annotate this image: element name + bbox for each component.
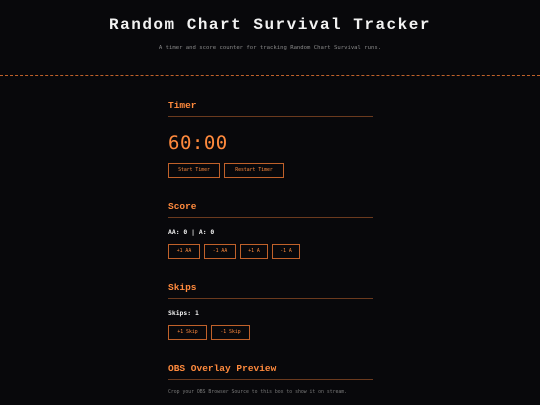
timer-controls: Start Timer Restart Timer <box>168 163 284 178</box>
skips-label: Skips: <box>168 309 192 317</box>
page-header: Random Chart Survival Tracker A timer an… <box>0 0 540 76</box>
aa-value: 0 <box>183 228 188 236</box>
timer-section: Timer 60:00 Start Timer Restart Timer <box>168 100 373 178</box>
plus-a-button[interactable]: +1 A <box>240 244 268 259</box>
skips-section: Skips Skips: 1 +1 Skip -1 Skip <box>168 282 373 340</box>
app-subtitle: A timer and score counter for tracking R… <box>158 45 382 51</box>
timer-heading: Timer <box>168 100 373 117</box>
score-heading: Score <box>168 201 373 218</box>
skips-readout: Skips: 1 <box>168 309 199 317</box>
plus-skip-button[interactable]: +1 Skip <box>168 325 207 340</box>
minus-a-button[interactable]: -1 A <box>272 244 300 259</box>
skips-controls: +1 Skip -1 Skip <box>168 325 250 340</box>
skips-heading: Skips <box>168 282 373 299</box>
a-label: A: <box>198 228 207 236</box>
timer-display: 60:00 <box>168 132 228 154</box>
plus-aa-button[interactable]: +1 AA <box>168 244 200 259</box>
minus-skip-button[interactable]: -1 Skip <box>211 325 250 340</box>
score-separator: | <box>191 228 195 236</box>
aa-label: AA: <box>168 228 180 236</box>
score-readout: AA: 0 | A: 0 <box>168 228 214 236</box>
app-title: Random Chart Survival Tracker <box>109 16 431 34</box>
restart-timer-button[interactable]: Restart Timer <box>224 163 284 178</box>
a-value: 0 <box>210 228 215 236</box>
obs-section: OBS Overlay Preview Crop your OBS Browse… <box>168 363 373 395</box>
obs-heading: OBS Overlay Preview <box>168 363 373 380</box>
score-section: Score AA: 0 | A: 0 +1 AA -1 AA +1 A -1 A <box>168 201 373 259</box>
score-controls: +1 AA -1 AA +1 A -1 A <box>168 244 300 259</box>
minus-aa-button[interactable]: -1 AA <box>204 244 236 259</box>
obs-note: Crop your OBS Browser Source to this box… <box>168 390 348 395</box>
skips-value: 1 <box>194 309 199 317</box>
start-timer-button[interactable]: Start Timer <box>168 163 220 178</box>
